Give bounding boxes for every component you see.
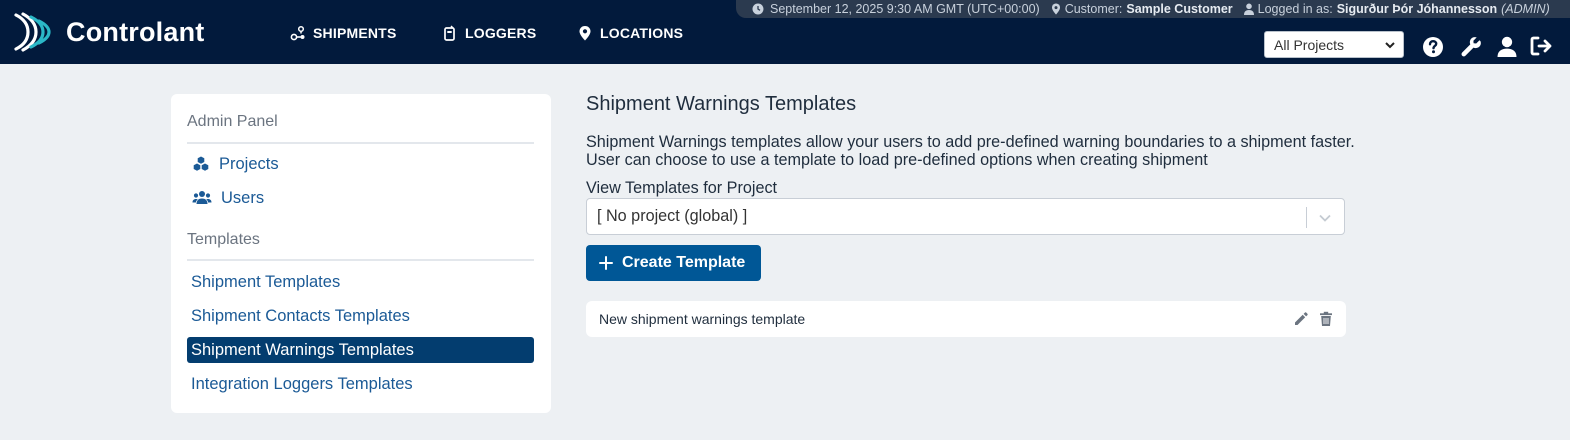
project-filter-select[interactable]: All Projects — [1264, 31, 1404, 58]
logout-icon — [1530, 36, 1552, 56]
template-list-item[interactable]: New shipment warnings template — [586, 301, 1346, 337]
project-filter-value: All Projects — [1274, 36, 1345, 53]
sidebar-item-shipment-contacts-templates[interactable]: Shipment Contacts Templates — [187, 303, 534, 329]
clock-icon — [752, 3, 764, 15]
dropdown-separator — [1306, 207, 1307, 228]
person-icon — [1243, 3, 1254, 15]
page-title: Shipment Warnings Templates — [586, 93, 857, 115]
project-dropdown-value: [ No project (global) ] — [597, 207, 748, 225]
sidebar-item-label: Shipment Contacts Templates — [191, 306, 410, 325]
logger-icon — [444, 25, 455, 41]
datetime-info: September 12, 2025 9:30 AM GMT (UTC+00:0… — [752, 2, 1040, 16]
customer-name: Sample Customer — [1126, 2, 1233, 16]
logged-in-label: Logged in as: — [1257, 2, 1333, 16]
brand-name: Controlant — [66, 16, 205, 47]
top-navbar: Controlant SHIPMENTS LOGGERS LOCATIONS S… — [0, 0, 1570, 64]
customer-label: Customer: — [1064, 2, 1123, 16]
plus-icon — [599, 256, 613, 270]
user-info: Logged in as: Sigurður Þór Jóhannesson (… — [1243, 2, 1550, 16]
help-button[interactable] — [1421, 34, 1445, 58]
customer-info: Customer: Sample Customer — [1050, 2, 1233, 16]
nav-locations-label: LOCATIONS — [600, 25, 684, 41]
sidebar-item-integration-loggers-templates[interactable]: Integration Loggers Templates — [187, 371, 534, 397]
chevron-down-icon — [1319, 214, 1331, 222]
divider — [187, 259, 534, 261]
datetime-text: September 12, 2025 9:30 AM GMT (UTC+00:0… — [770, 2, 1040, 16]
template-name: New shipment warnings template — [599, 311, 806, 327]
nav-shipments-label: SHIPMENTS — [313, 25, 397, 41]
shipments-icon — [290, 25, 305, 41]
nav-loggers[interactable]: LOGGERS — [442, 24, 536, 42]
logout-button[interactable] — [1529, 34, 1553, 58]
map-pin-icon — [579, 26, 591, 41]
users-icon — [192, 191, 212, 204]
divider — [187, 142, 534, 144]
project-field-label: View Templates for Project — [586, 179, 778, 197]
map-pin-icon — [1051, 3, 1060, 15]
user-icon — [1497, 36, 1517, 57]
delete-template-button[interactable] — [1318, 311, 1334, 327]
wrench-icon — [1461, 37, 1481, 57]
user-role: (ADMIN) — [1501, 2, 1550, 16]
admin-panel-heading: Admin Panel — [187, 113, 278, 130]
sidebar-item-label: Integration Loggers Templates — [191, 374, 413, 393]
chevron-down-icon — [1385, 42, 1395, 49]
cubes-icon — [193, 156, 209, 171]
sidebar-item-label: Shipment Templates — [191, 272, 341, 291]
edit-template-button[interactable] — [1293, 311, 1309, 327]
settings-button[interactable] — [1459, 34, 1483, 58]
create-template-button[interactable]: Create Template — [586, 245, 761, 281]
session-info-bar: September 12, 2025 9:30 AM GMT (UTC+00:0… — [736, 0, 1570, 18]
user-profile-button[interactable] — [1495, 34, 1519, 58]
trash-icon — [1320, 311, 1332, 326]
help-icon — [1423, 37, 1443, 57]
controlant-logo-icon — [14, 12, 51, 52]
brand-logo[interactable]: Controlant — [12, 10, 204, 54]
sidebar-item-projects[interactable]: Projects — [187, 151, 534, 177]
create-template-label: Create Template — [622, 254, 746, 271]
project-dropdown[interactable]: [ No project (global) ] — [586, 198, 1345, 235]
sidebar-item-shipment-warnings-templates[interactable]: Shipment Warnings Templates — [187, 337, 534, 363]
nav-locations[interactable]: LOCATIONS — [577, 24, 683, 42]
sidebar-item-label: Projects — [219, 154, 279, 173]
user-name: Sigurður Þór Jóhannesson — [1336, 2, 1498, 16]
sidebar-item-users[interactable]: Users — [187, 185, 534, 211]
templates-heading: Templates — [187, 231, 260, 248]
page-description: Shipment Warnings templates allow your u… — [586, 133, 1355, 169]
nav-loggers-label: LOGGERS — [465, 25, 537, 41]
admin-sidebar: Admin Panel Projects Users Templates Shi… — [171, 94, 551, 413]
sidebar-item-label: Shipment Warnings Templates — [191, 340, 414, 359]
nav-shipments[interactable]: SHIPMENTS — [290, 24, 396, 42]
sidebar-item-shipment-templates[interactable]: Shipment Templates — [187, 269, 534, 295]
pencil-icon — [1295, 312, 1308, 325]
sidebar-item-label: Users — [221, 188, 265, 207]
